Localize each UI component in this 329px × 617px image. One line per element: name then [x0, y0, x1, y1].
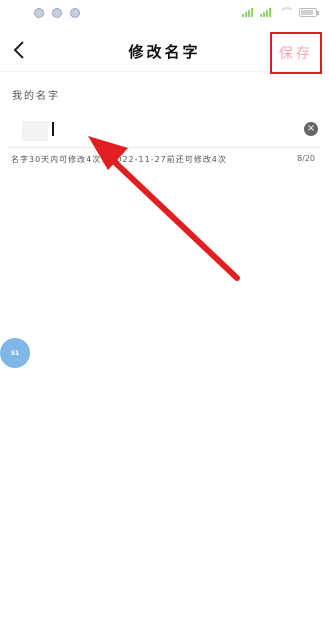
status-bar: [0, 0, 329, 28]
name-input[interactable]: [8, 116, 288, 142]
notification-icon: [34, 8, 44, 18]
wifi-icon: [278, 7, 295, 17]
signal-icon: [242, 7, 253, 17]
save-button[interactable]: 保存: [270, 32, 322, 74]
notification-icon: [70, 8, 80, 18]
edit-limit-hint: 名字30天内可修改4次，2022-11-27前还可修改4次: [11, 155, 227, 164]
status-indicators: [242, 7, 319, 17]
clear-icon[interactable]: ×: [304, 122, 318, 136]
battery-icon: [299, 8, 319, 17]
text-cursor: [52, 122, 54, 136]
divider: [8, 147, 320, 148]
name-input-row: ×: [0, 112, 329, 146]
signal-icon: [260, 7, 271, 17]
character-counter: 8/20: [297, 154, 315, 163]
floating-assistant-bubble[interactable]: 51: [0, 338, 30, 368]
field-label: 我的名字: [12, 91, 60, 102]
bubble-label: 51: [10, 349, 20, 357]
notification-icon: [52, 8, 62, 18]
name-value-redacted: [22, 121, 48, 141]
status-notifications: [34, 8, 80, 18]
navigation-bar: 修改名字 保存: [0, 28, 329, 74]
